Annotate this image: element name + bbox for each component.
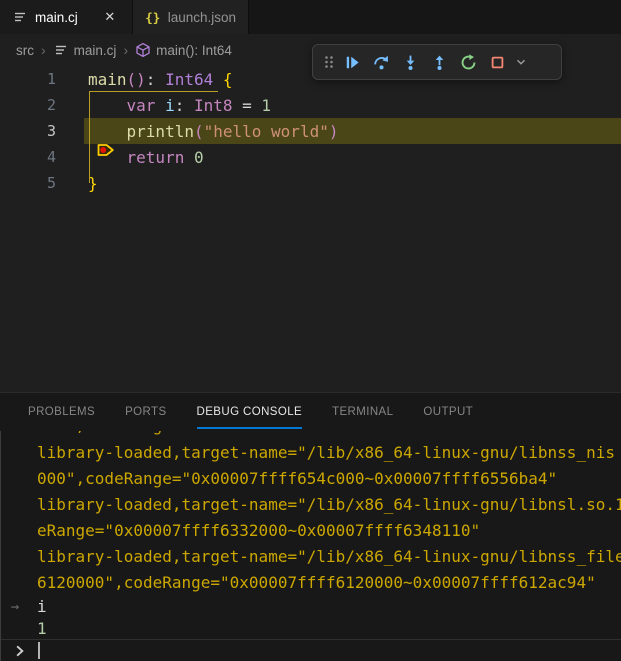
json-braces-icon: {} bbox=[145, 9, 161, 25]
console-line: library-loaded,target-name="/lib/x86_64-… bbox=[1, 544, 621, 570]
tab-label: launch.json bbox=[168, 10, 236, 25]
stop-button[interactable] bbox=[483, 48, 512, 76]
debug-console-input[interactable] bbox=[1, 639, 621, 661]
line-number: 1 bbox=[26, 70, 56, 88]
console-line: 6120000",codeRange="0x00007ffff6120000~0… bbox=[1, 570, 621, 596]
restart-button[interactable] bbox=[454, 48, 483, 76]
symbol-cube-icon bbox=[135, 42, 151, 58]
bracket-guide-vertical bbox=[89, 91, 90, 183]
step-out-button[interactable] bbox=[425, 48, 454, 76]
console-result: 1 bbox=[1, 618, 621, 640]
text-cursor bbox=[38, 642, 40, 659]
bottom-panel: PROBLEMS PORTS DEBUG CONSOLE TERMINAL OU… bbox=[0, 392, 621, 661]
console-line: eRange="0x00007ffff6332000~0x00007ffff63… bbox=[1, 518, 621, 544]
console-line: library-loaded,target-name="/lib/x86_64-… bbox=[1, 492, 621, 518]
gripper-icon[interactable] bbox=[320, 48, 338, 76]
debug-toolbar bbox=[312, 44, 562, 80]
file-list-icon bbox=[12, 9, 28, 25]
tab-problems[interactable]: PROBLEMS bbox=[28, 393, 95, 431]
vscode-window: main.cj ✕ {} launch.json src › main.cj ›… bbox=[0, 0, 621, 661]
step-over-button[interactable] bbox=[367, 48, 396, 76]
gutter-glyph-margin[interactable] bbox=[0, 66, 26, 92]
gutter-glyph-margin[interactable] bbox=[0, 118, 26, 144]
tab-terminal[interactable]: TERMINAL bbox=[332, 393, 393, 431]
code-line: 4 return 0 bbox=[0, 144, 621, 170]
tab-debug-console[interactable]: DEBUG CONSOLE bbox=[197, 393, 303, 431]
gutter-glyph-margin[interactable] bbox=[0, 92, 26, 118]
code-line: 5 } bbox=[0, 170, 621, 196]
file-list-icon bbox=[53, 42, 69, 58]
tab-output[interactable]: OUTPUT bbox=[423, 393, 473, 431]
line-number: 4 bbox=[26, 148, 56, 166]
line-number: 2 bbox=[26, 96, 56, 114]
line-number: 3 bbox=[26, 122, 56, 140]
console-line: library-loaded,target-name="/lib/x86_64-… bbox=[1, 440, 621, 466]
panel-tab-bar: PROBLEMS PORTS DEBUG CONSOLE TERMINAL OU… bbox=[0, 393, 621, 431]
code-line-current[interactable]: 3 println("hello world") bbox=[0, 118, 621, 144]
code-editor[interactable]: 1 main(): Int64 { 2 var i: Int8 = 1 3 pr… bbox=[0, 66, 621, 392]
console-input-echo: → i bbox=[1, 596, 621, 618]
close-icon[interactable]: ✕ bbox=[100, 7, 120, 27]
tab-main-cj[interactable]: main.cj ✕ bbox=[0, 0, 133, 34]
line-number: 5 bbox=[26, 174, 56, 192]
code-line: 2 var i: Int8 = 1 bbox=[0, 92, 621, 118]
editor-tab-bar: main.cj ✕ {} launch.json bbox=[0, 0, 621, 34]
gutter-glyph-margin[interactable] bbox=[0, 144, 26, 170]
step-into-button[interactable] bbox=[396, 48, 425, 76]
console-line: 000",codeRange="0x00007ffff654c000~0x000… bbox=[1, 466, 621, 492]
breadcrumb-item-symbol[interactable]: main(): Int64 bbox=[135, 42, 232, 58]
chevron-right-icon: › bbox=[123, 42, 128, 58]
chevron-down-icon[interactable] bbox=[512, 48, 530, 76]
tab-ports[interactable]: PORTS bbox=[125, 393, 166, 431]
input-echo-arrow-icon: → bbox=[1, 596, 29, 618]
tab-label: main.cj bbox=[35, 10, 78, 25]
chevron-right-icon: › bbox=[41, 42, 46, 58]
gutter-glyph-margin[interactable] bbox=[0, 170, 26, 196]
console-clipped-line: 000",codeRange="0x00007ffff bbox=[1, 431, 621, 440]
breadcrumb-item-src[interactable]: src bbox=[16, 43, 34, 58]
bracket-guide-horizontal bbox=[89, 91, 218, 92]
prompt-chevron-icon bbox=[12, 643, 27, 658]
continue-button[interactable] bbox=[338, 48, 367, 76]
tab-launch-json[interactable]: {} launch.json bbox=[133, 0, 249, 34]
debug-console-output[interactable]: 000",codeRange="0x00007ffff library-load… bbox=[0, 431, 621, 661]
breadcrumb-item-file[interactable]: main.cj bbox=[53, 42, 117, 58]
